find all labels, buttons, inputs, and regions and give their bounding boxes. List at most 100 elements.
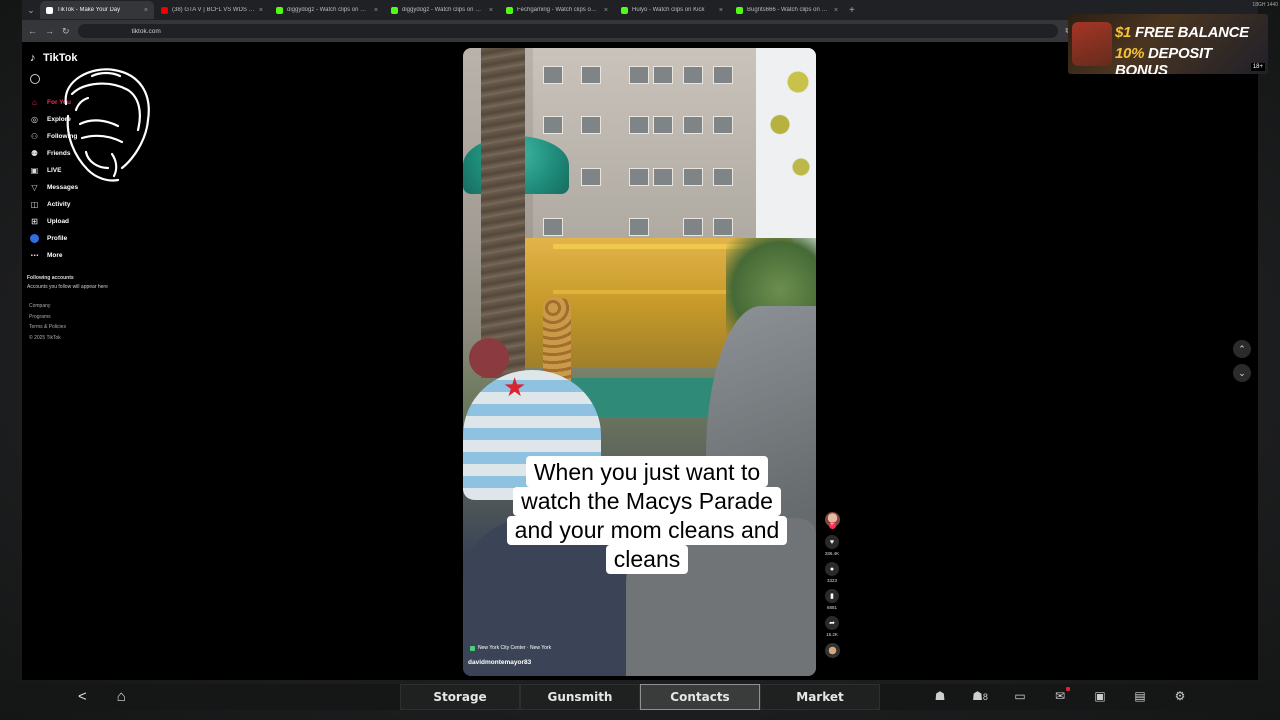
copyright: © 2025 TikTok — [29, 334, 61, 341]
tab-title: Fechgaming - Watch clips on K... — [517, 7, 600, 13]
browser-tab[interactable]: diggydogz - Watch clips on Kic... × — [385, 1, 499, 19]
share-icon[interactable]: ➦ — [825, 616, 839, 630]
save-count: 6881 — [826, 605, 837, 610]
next-video-chevron-down-icon[interactable]: ⌄ — [1233, 364, 1251, 382]
browser-tab[interactable]: Bugrits666 - Watch clips on Ki... × — [730, 1, 844, 19]
promo-banner: $1 FREE BALANCE 10% DEPOSIT BONUS 18+ — [1068, 14, 1268, 74]
youtube-favicon-icon — [161, 6, 168, 14]
footer-link-company[interactable]: Company — [29, 301, 66, 312]
notification-dot — [1066, 687, 1070, 691]
mail-icon[interactable]: ✉ — [1050, 687, 1070, 703]
comment-icon[interactable]: ● — [825, 562, 839, 576]
close-tab-icon[interactable]: × — [834, 7, 838, 14]
tiktok-note-icon: ♪ — [30, 52, 36, 64]
kick-favicon-icon — [391, 6, 398, 14]
home-icon[interactable]: ⌂ — [117, 688, 126, 705]
like-count: 286.4K — [824, 551, 840, 556]
browser-tab[interactable]: Fechgaming - Watch clips on K... × — [500, 1, 614, 19]
more-icon: ⋯ — [30, 251, 39, 260]
forward-icon[interactable]: → — [45, 26, 54, 36]
video-scene-star: ★ — [503, 372, 527, 402]
caption-line: cleans — [605, 545, 689, 574]
close-tab-icon[interactable]: × — [719, 7, 723, 14]
promo-line-2: 10% DEPOSIT BONUS — [1115, 45, 1265, 74]
tab-title: Hulyo - Watch clips on Kick — [632, 7, 705, 13]
tab-contacts[interactable]: Contacts — [640, 684, 760, 710]
settings-gear-icon[interactable]: ⚙ — [1170, 689, 1190, 703]
friends-count: 8 — [982, 692, 988, 702]
url-text: tiktok.com — [131, 27, 161, 35]
video-author[interactable]: davidmontemayor83 — [468, 659, 531, 666]
location-pin-icon — [470, 645, 475, 651]
sidebar-item-more[interactable]: ⋯ More — [30, 247, 78, 264]
brand-name: TikTok — [43, 52, 78, 64]
browser-tab[interactable]: (38) GTA V | BCFL VS WDS [Pre... × — [155, 1, 269, 19]
sidebar-item-upload[interactable]: ⊞ Upload — [30, 213, 78, 230]
following-subtitle: Accounts you follow will appear here — [27, 284, 108, 290]
notes-icon[interactable]: ▤ — [1130, 689, 1150, 703]
tab-label: Contacts — [670, 690, 730, 704]
tab-title: TikTok - Make Your Day — [57, 7, 121, 13]
back-arrow-icon[interactable]: < — [78, 688, 87, 705]
close-tab-icon[interactable]: × — [144, 7, 148, 14]
previous-video-chevron-up-icon[interactable]: ⌃ — [1233, 340, 1251, 358]
activity-icon: ◫ — [30, 200, 39, 209]
sidebar-item-profile[interactable]: Profile — [30, 230, 78, 247]
kick-favicon-icon — [506, 6, 513, 14]
following-icon: ⚇ — [30, 132, 39, 141]
group-icon[interactable]: ☗ — [930, 689, 950, 703]
close-tab-icon[interactable]: × — [489, 7, 493, 14]
back-icon[interactable]: ← — [28, 26, 37, 36]
tab-label: Storage — [433, 690, 487, 704]
friends-icon[interactable]: ☗8 — [970, 689, 990, 703]
search-icon[interactable] — [30, 74, 40, 84]
video-player[interactable]: ★ When you just want to watch the Macys … — [463, 48, 816, 676]
chat-icon[interactable]: ▭ — [1010, 689, 1030, 703]
trader-icon[interactable]: ▣ — [1090, 689, 1110, 703]
browser-tab[interactable]: Hulyo - Watch clips on Kick × — [615, 1, 729, 19]
close-tab-icon[interactable]: × — [604, 7, 608, 14]
video-scene-tree — [481, 48, 525, 378]
sidebar-item-label: Activity — [47, 201, 71, 208]
game-tabs: Storage Gunsmith Contacts Market — [400, 684, 880, 710]
kick-favicon-icon — [621, 6, 628, 14]
author-avatar-follow-button[interactable] — [824, 512, 840, 529]
video-caption: When you just want to watch the Macys Pa… — [496, 456, 798, 574]
tab-label: Market — [796, 690, 844, 704]
action-rail: ♥ 286.4K ● 3323 ▮ 6881 ➦ 15.2K — [821, 512, 843, 664]
home-icon: ⌂ — [32, 98, 37, 107]
reload-icon[interactable]: ↻ — [62, 26, 70, 37]
music-disc-icon[interactable] — [824, 643, 840, 658]
kick-favicon-icon — [276, 6, 283, 14]
browser-tab[interactable]: TikTok - Make Your Day × — [40, 1, 154, 19]
tab-market[interactable]: Market — [760, 684, 880, 710]
url-input[interactable]: tiktok.com — [77, 24, 1058, 38]
browser-tab[interactable]: diggydogz - Watch clips on Kic... × — [270, 1, 384, 19]
tab-title: diggydogz - Watch clips on Kic... — [287, 7, 370, 13]
tab-title: (38) GTA V | BCFL VS WDS [Pre... — [172, 7, 255, 13]
caption-line: When you just want to — [525, 456, 769, 487]
corner-overlay-text: 18GH 1440 — [1252, 2, 1278, 8]
tab-gunsmith[interactable]: Gunsmith — [520, 684, 640, 710]
close-tab-icon[interactable]: × — [374, 7, 378, 14]
tab-storage[interactable]: Storage — [400, 684, 520, 710]
footer-link-programs[interactable]: Programs — [29, 312, 66, 323]
tiktok-logo[interactable]: ♪ TikTok — [30, 52, 77, 64]
video-scene-rail — [553, 244, 753, 294]
caption-line: and your mom cleans and — [506, 516, 788, 545]
tab-search-icon[interactable]: ⌄ — [22, 1, 40, 19]
messages-icon: ▽ — [31, 183, 38, 192]
close-tab-icon[interactable]: × — [259, 7, 263, 14]
footer-link-terms[interactable]: Terms & Policies — [29, 322, 66, 333]
like-heart-icon[interactable]: ♥ — [825, 535, 839, 549]
bookmark-icon[interactable]: ▮ — [825, 589, 839, 603]
share-count: 15.2K — [826, 632, 838, 637]
location-text: New York City Center · New York — [478, 645, 552, 651]
streamer-avatar-overlay — [64, 68, 150, 182]
location-tag[interactable]: New York City Center · New York — [470, 645, 551, 651]
sidebar-item-activity[interactable]: ◫ Activity — [30, 196, 78, 213]
friends-icon: ⚉ — [30, 149, 39, 158]
new-tab-icon[interactable]: + — [849, 5, 855, 16]
stream-frame: ⌄ TikTok - Make Your Day × (38) GTA V | … — [0, 0, 1280, 720]
sidebar: ♪ TikTok ⌂ For You ◎ Explore ⚇ Following — [22, 42, 150, 680]
